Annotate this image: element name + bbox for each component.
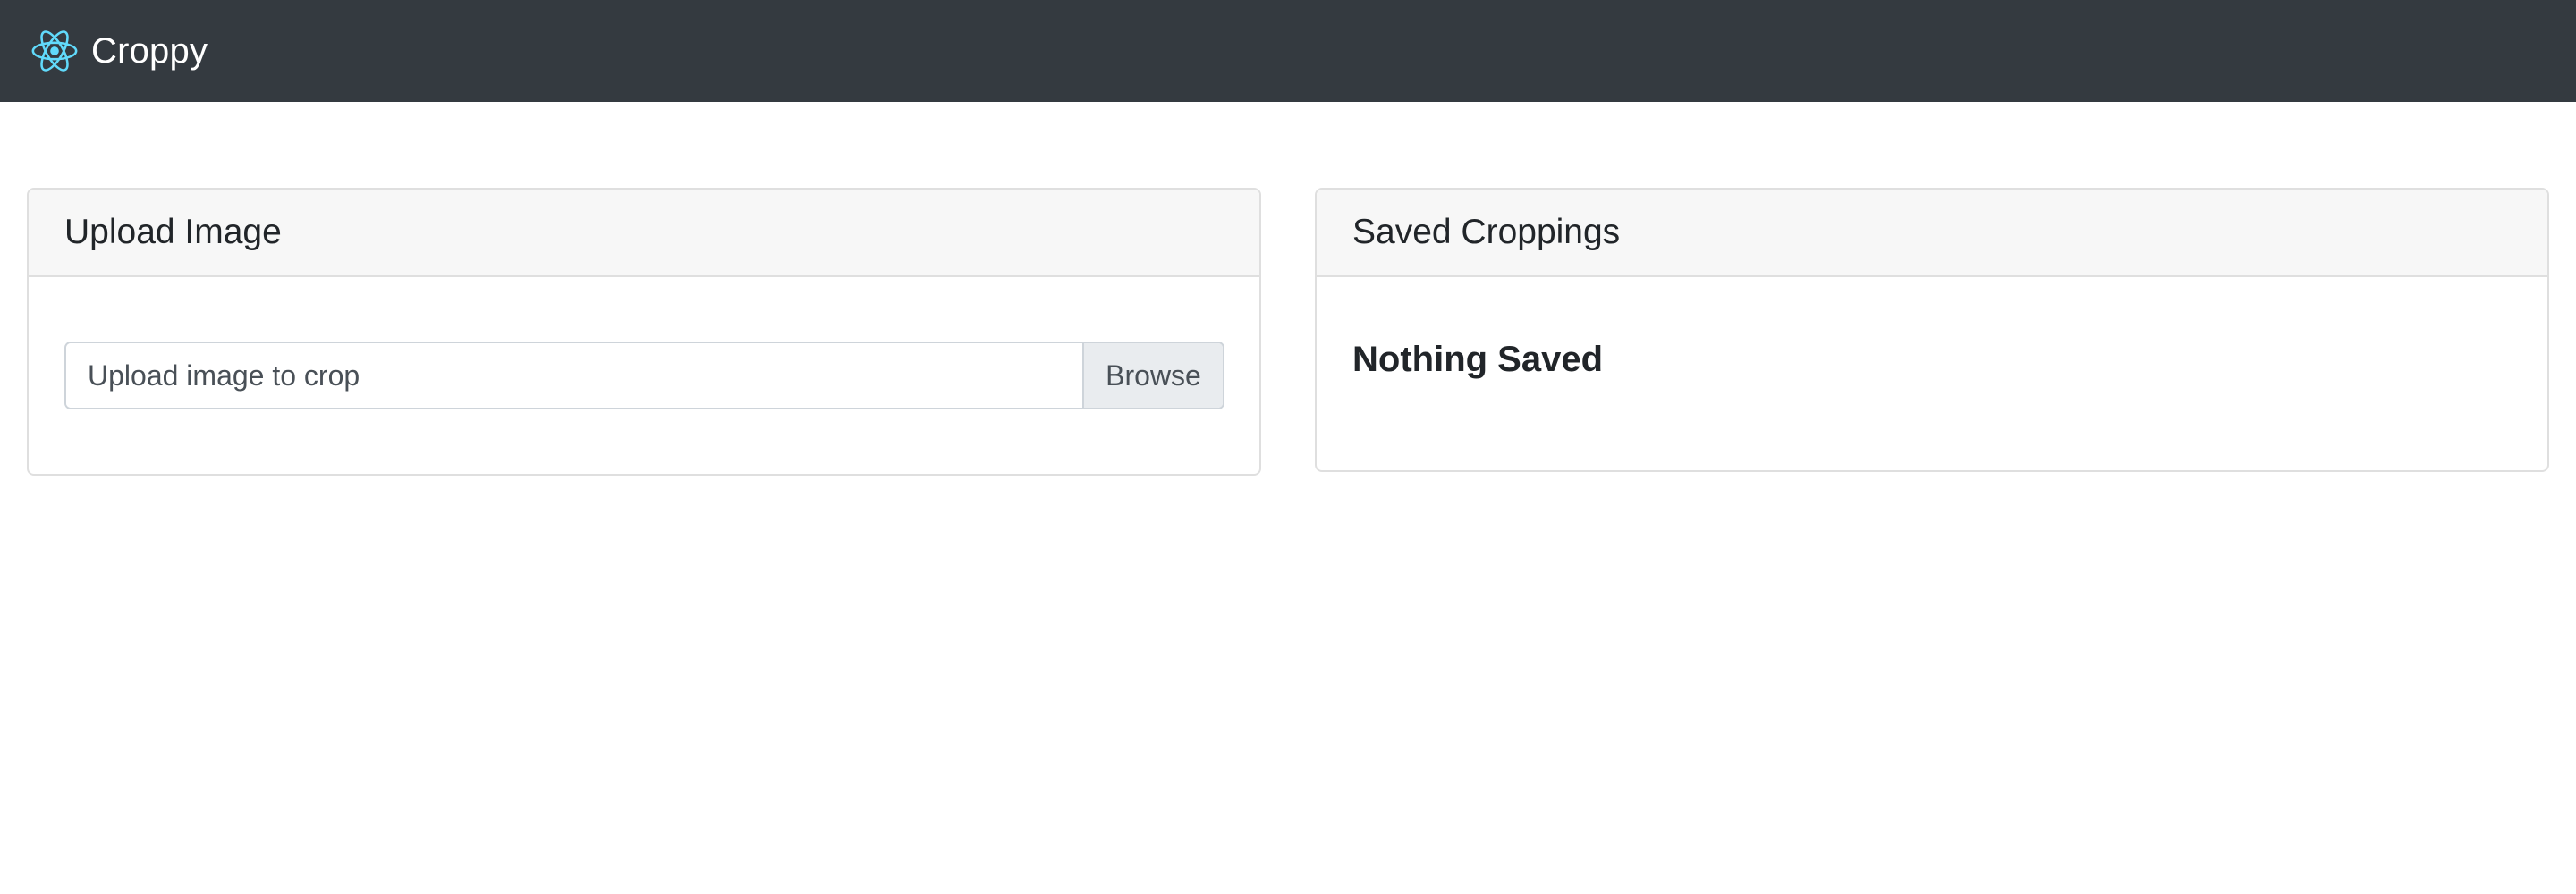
saved-card-header: Saved Croppings: [1317, 190, 2547, 277]
upload-card-title: Upload Image: [64, 213, 282, 251]
saved-card-title: Saved Croppings: [1352, 213, 1621, 251]
file-input-placeholder: Upload image to crop: [88, 358, 360, 392]
upload-card-body: Upload image to crop Browse: [29, 277, 1259, 409]
saved-card-body: Nothing Saved: [1317, 277, 2547, 380]
saved-croppings-card: Saved Croppings Nothing Saved: [1315, 188, 2549, 472]
browse-button[interactable]: Browse: [1082, 343, 1223, 408]
upload-image-card: Upload Image Upload image to crop Browse: [27, 188, 1261, 476]
upload-card-header: Upload Image: [29, 190, 1259, 277]
file-input[interactable]: Upload image to crop: [66, 343, 1082, 408]
brand-title: Croppy: [91, 30, 208, 71]
empty-state-message: Nothing Saved: [1352, 340, 1604, 379]
file-upload-field: Upload image to crop Browse: [64, 342, 1224, 409]
brand-link[interactable]: Croppy: [29, 25, 208, 77]
react-atom-icon: [31, 30, 78, 72]
top-navbar: Croppy: [0, 0, 2576, 102]
